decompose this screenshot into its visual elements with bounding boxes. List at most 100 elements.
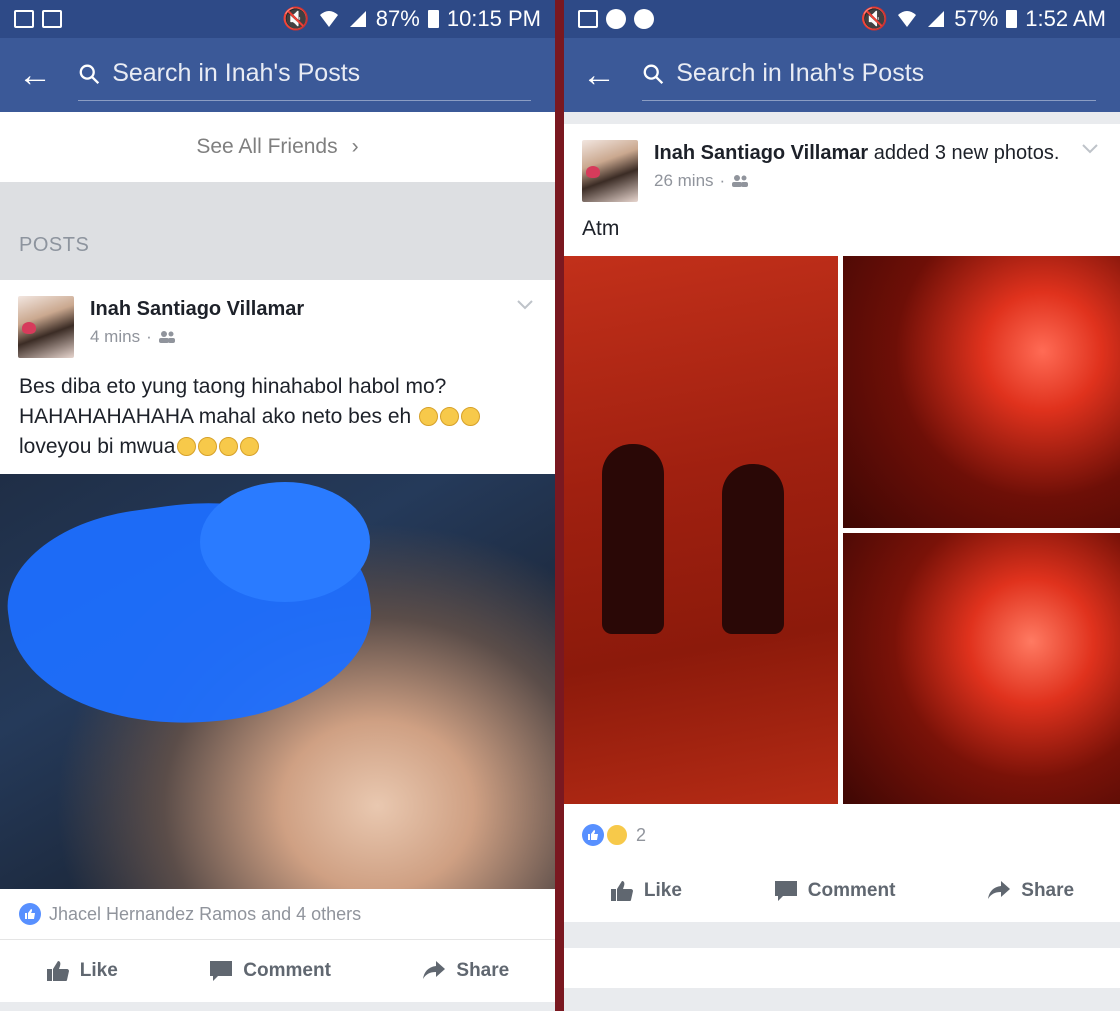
status-bar: 🔇 87% 10:15 PM — [0, 0, 555, 38]
search-header: ← — [564, 38, 1120, 112]
photo-detail — [602, 444, 664, 634]
laughing-emoji-icon — [461, 407, 481, 426]
battery-percent: 57% — [954, 6, 999, 31]
like-icon — [46, 961, 69, 981]
laughing-emoji-icon — [240, 437, 260, 456]
redaction-scribble — [200, 482, 370, 602]
like-button[interactable]: Like — [46, 960, 118, 982]
search-icon — [79, 64, 100, 84]
search-header: ← — [0, 38, 555, 112]
like-label: Like — [643, 880, 682, 901]
post-action-text: added 3 new photos. — [873, 142, 1060, 164]
comment-button[interactable]: Comment — [774, 880, 896, 902]
comment-label: Comment — [243, 960, 331, 981]
right-screenshot: 🔇 57% 1:52 AM ← Inah Santiago Villamar a… — [564, 0, 1120, 1011]
search-input[interactable] — [112, 59, 531, 88]
battery-icon — [1006, 10, 1018, 28]
back-arrow-icon[interactable]: ← — [18, 58, 78, 92]
kiss-emoji-icon — [177, 437, 197, 456]
post-photo[interactable] — [843, 532, 1120, 804]
separator: · — [719, 171, 726, 190]
laughing-emoji-icon — [440, 407, 460, 426]
next-post-card — [564, 948, 1120, 988]
see-all-friends-label: See All Friends — [196, 135, 338, 158]
post-header: Inah Santiago Villamar 4 mins · — [0, 280, 555, 366]
post-header: Inah Santiago Villamar added 3 new photo… — [564, 124, 1120, 210]
share-label: Share — [456, 960, 510, 981]
post-text-line: loveyou bi mwua — [19, 435, 176, 458]
photo-detail — [722, 464, 784, 634]
like-reaction-icon — [19, 903, 41, 925]
separator: · — [146, 327, 152, 346]
post-card: Inah Santiago Villamar 4 mins · Bes diba… — [0, 280, 555, 1002]
wifi-icon — [319, 11, 338, 27]
back-arrow-icon[interactable]: ← — [582, 58, 642, 92]
friends-icon — [732, 175, 749, 187]
post-text: Bes diba eto yung taong hinahabol habol … — [0, 366, 555, 474]
search-icon — [643, 64, 664, 84]
comment-label: Comment — [807, 880, 896, 901]
post-time[interactable]: 4 mins — [90, 327, 140, 347]
reactions-summary[interactable]: 2 — [564, 804, 1120, 860]
laughing-emoji-icon — [419, 407, 439, 426]
clock: 10:15 PM — [446, 6, 541, 31]
like-button[interactable]: Like — [610, 880, 682, 902]
share-icon — [423, 961, 446, 979]
chevron-down-icon[interactable] — [517, 300, 533, 310]
post-text: Atm — [582, 217, 620, 240]
search-box[interactable] — [78, 49, 531, 101]
friends-icon — [158, 331, 175, 343]
posts-section-header: POSTS — [0, 210, 555, 280]
see-all-friends-link[interactable]: See All Friends › — [0, 112, 555, 182]
app-notification-icon — [634, 9, 654, 29]
comment-icon — [210, 961, 233, 981]
post-actions: Like Comment Share — [0, 940, 555, 1002]
share-icon — [988, 881, 1011, 899]
post-time[interactable]: 26 mins — [654, 171, 714, 191]
status-bar: 🔇 57% 1:52 AM — [564, 0, 1120, 38]
laughing-emoji-icon — [219, 437, 239, 456]
app-notification-icon — [42, 10, 62, 28]
clock: 1:52 AM — [1025, 6, 1106, 31]
photo-grid — [564, 256, 1120, 804]
like-reaction-icon — [582, 824, 604, 846]
post-card: Inah Santiago Villamar added 3 new photo… — [564, 124, 1120, 922]
laughing-emoji-icon — [198, 437, 218, 456]
left-screenshot: 🔇 87% 10:15 PM ← See All Friends › POSTS… — [0, 0, 555, 1011]
like-icon — [610, 881, 633, 901]
chevron-right-icon: › — [351, 135, 359, 158]
signal-icon — [928, 11, 945, 27]
comment-icon — [774, 881, 797, 901]
section-gap — [0, 182, 555, 210]
reaction-count: 2 — [636, 824, 647, 845]
post-text-line: HAHAHAHAHAHA mahal ako neto bes eh — [19, 405, 412, 428]
reactions-summary[interactable]: Jhacel Hernandez Ramos and 4 others — [0, 889, 555, 940]
post-author[interactable]: Inah Santiago Villamar — [654, 142, 868, 164]
messenger-icon — [606, 9, 626, 29]
mute-icon: 🔇 — [282, 6, 310, 31]
reactions-text: Jhacel Hernandez Ramos and 4 others — [49, 903, 362, 924]
haha-icon — [606, 824, 628, 846]
share-label: Share — [1021, 880, 1075, 901]
battery-icon — [427, 10, 439, 28]
chevron-down-icon[interactable] — [1082, 144, 1098, 154]
post-text-line: Bes diba eto yung taong hinahabol habol … — [19, 375, 447, 398]
share-button[interactable]: Share — [987, 880, 1074, 902]
avatar[interactable] — [582, 140, 638, 202]
gallery-notification-icon — [14, 10, 34, 28]
post-photo[interactable] — [843, 256, 1120, 528]
post-actions: Like Comment Share — [564, 860, 1120, 922]
search-box[interactable] — [642, 49, 1096, 101]
search-input[interactable] — [676, 59, 1096, 88]
wifi-icon — [898, 11, 917, 27]
gallery-notification-icon — [578, 10, 598, 28]
comment-button[interactable]: Comment — [209, 960, 331, 982]
avatar[interactable] — [18, 296, 74, 358]
post-author[interactable]: Inah Santiago Villamar — [90, 298, 304, 320]
share-button[interactable]: Share — [422, 960, 509, 982]
post-photo[interactable] — [564, 256, 838, 804]
signal-icon — [349, 11, 366, 27]
post-photo[interactable] — [0, 474, 555, 889]
mute-icon: 🔇 — [860, 6, 889, 31]
battery-percent: 87% — [375, 6, 420, 31]
